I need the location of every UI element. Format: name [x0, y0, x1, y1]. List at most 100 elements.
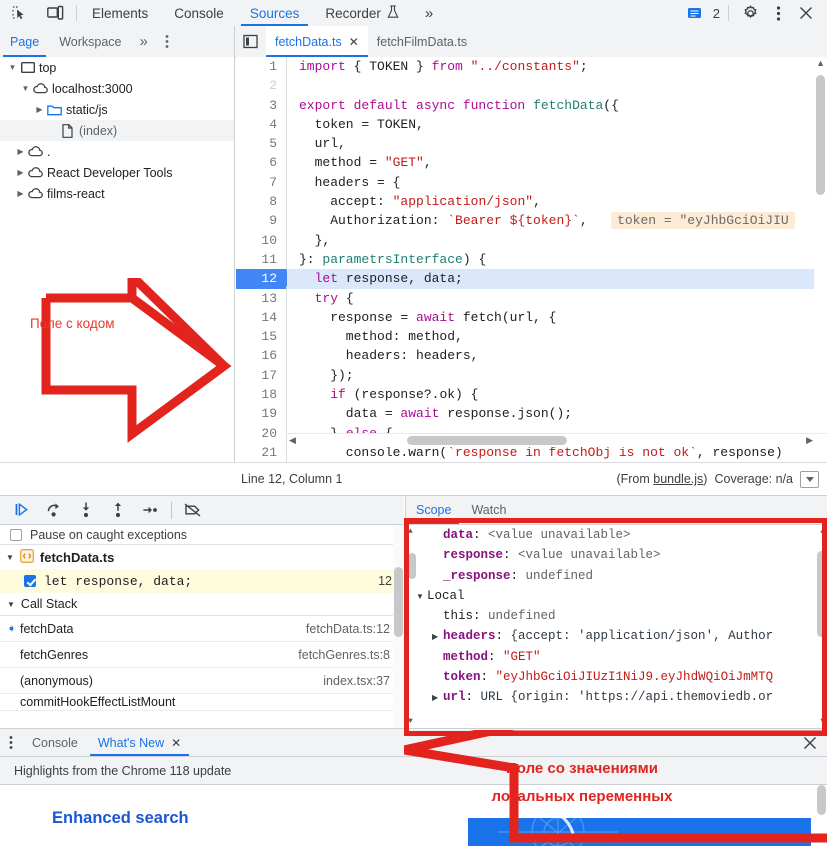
line-number-2[interactable]: 2: [236, 76, 286, 95]
drawer-tab-console[interactable]: Console: [22, 729, 88, 756]
call-stack-frame[interactable]: commitHookEffectListMount: [0, 694, 404, 711]
editor-vscroll-thumb[interactable]: [816, 75, 825, 195]
scroll-right-arrow-icon[interactable]: ▶: [806, 435, 813, 446]
chevron-right-icon[interactable]: ▶: [14, 168, 27, 177]
editor-horizontal-scrollbar[interactable]: ◀ ▶: [287, 433, 827, 447]
page-file-tree[interactable]: ▼ top ▼ localhost:3000 ▶ static/js . (in…: [0, 57, 235, 462]
editor-tab-fetchfilmdata[interactable]: fetchFilmData.ts: [368, 26, 476, 57]
line-number-16[interactable]: 16: [236, 346, 286, 365]
drawer-tab-whats-new[interactable]: What's New ✕: [88, 729, 191, 756]
scroll-down-arrow-icon[interactable]: ▼: [820, 717, 825, 726]
chevron-right-icon[interactable]: ▶: [432, 627, 443, 647]
step-out-icon[interactable]: [104, 498, 132, 522]
tab-recorder[interactable]: Recorder: [312, 0, 412, 26]
line-number-10[interactable]: 10: [236, 231, 286, 250]
code-line-10[interactable]: },: [287, 231, 827, 250]
main-tabs-overflow[interactable]: »: [412, 0, 446, 26]
line-number-6[interactable]: 6: [236, 153, 286, 172]
code-line-1[interactable]: import { TOKEN } from "../constants";: [287, 57, 827, 76]
line-number-4[interactable]: 4: [236, 115, 286, 134]
line-number-21[interactable]: 21: [236, 443, 286, 462]
editor-tab-close-icon[interactable]: ✕: [349, 35, 359, 49]
line-number-17[interactable]: 17: [236, 366, 286, 385]
call-stack-frame[interactable]: ➧ fetchData fetchData.ts:12: [0, 616, 404, 642]
code-line-16[interactable]: headers: headers,: [287, 346, 827, 365]
code-line-8[interactable]: accept: "application/json",: [287, 192, 827, 211]
tree-item-dot[interactable]: ▶ .: [0, 141, 234, 162]
drawer-scroll-thumb[interactable]: [817, 785, 826, 815]
code-line-13[interactable]: try {: [287, 289, 827, 308]
step-over-icon[interactable]: [40, 498, 68, 522]
scope-row-token[interactable]: .token: "eyJhbGciOiJIUzI1NiJ9.eyJhdWQiOi…: [406, 667, 827, 687]
chevron-down-icon[interactable]: ▼: [7, 600, 15, 609]
scope-row-method[interactable]: .method: "GET": [406, 647, 827, 667]
whats-new-content[interactable]: Enhanced search: [0, 785, 827, 846]
tree-item-index[interactable]: . (index): [0, 120, 234, 141]
code-line-12[interactable]: let response, data;: [287, 269, 827, 289]
line-number-1[interactable]: 1: [236, 57, 286, 76]
chevron-down-icon[interactable]: ▼: [19, 84, 32, 93]
chevron-right-icon[interactable]: ▶: [33, 105, 46, 114]
tab-watch[interactable]: Watch: [461, 496, 516, 524]
tree-item-staticjs[interactable]: ▶ static/js: [0, 99, 234, 120]
code-line-9[interactable]: Authorization: `Bearer ${token}`, token …: [287, 211, 827, 230]
scope-scroll-thumb[interactable]: [817, 551, 826, 637]
scope-row-Local[interactable]: ▼ Local: [406, 586, 827, 606]
line-number-5[interactable]: 5: [236, 134, 286, 153]
code-line-4[interactable]: token = TOKEN,: [287, 115, 827, 134]
line-number-12[interactable]: 12: [236, 269, 294, 289]
call-stack-frame[interactable]: fetchGenres fetchGenres.ts:8: [0, 642, 404, 668]
scope-row-this[interactable]: .this: undefined: [406, 606, 827, 626]
code-line-6[interactable]: method = "GET",: [287, 153, 827, 172]
scope-row-headers[interactable]: ▶ headers: {accept: 'application/json', A…: [406, 626, 827, 646]
kebab-icon[interactable]: [765, 0, 791, 26]
pause-on-caught-exceptions-checkbox[interactable]: [10, 528, 22, 541]
device-toolbar-icon[interactable]: [42, 0, 68, 26]
deactivate-breakpoints-icon[interactable]: [179, 498, 207, 522]
scroll-up-arrow-icon[interactable]: ▲: [408, 527, 413, 536]
scope-vertical-scrollbar[interactable]: ▲ ▼: [815, 525, 827, 728]
code-line-7[interactable]: headers = {: [287, 173, 827, 192]
editor-tab-fetchdata[interactable]: fetchData.ts ✕: [266, 26, 368, 57]
drawer-tab-close-icon[interactable]: ✕: [171, 736, 181, 750]
source-link[interactable]: bundle.js: [653, 472, 703, 486]
pause-on-caught-exceptions-row[interactable]: Pause on caught exceptions: [0, 525, 404, 545]
drawer-scrollbar[interactable]: [815, 785, 827, 846]
call-stack-header[interactable]: ▼ Call Stack: [0, 593, 404, 616]
scope-row-response[interactable]: .response: <value unavailable>: [406, 545, 827, 565]
scope-row-_response[interactable]: ._response: undefined: [406, 566, 827, 586]
code-line-14[interactable]: response = await fetch(url, {: [287, 308, 827, 327]
tab-elements[interactable]: Elements: [79, 0, 161, 26]
code-line-15[interactable]: method: method,: [287, 327, 827, 346]
line-number-3[interactable]: 3: [236, 96, 286, 115]
tab-scope[interactable]: Scope: [406, 496, 461, 524]
editor-code-area[interactable]: import { TOKEN } from "../constants"; ex…: [287, 57, 827, 462]
line-number-20[interactable]: 20: [236, 424, 286, 443]
code-line-11[interactable]: }: parametrsInterface) {: [287, 250, 827, 269]
nav-tab-workspace[interactable]: Workspace: [49, 26, 131, 57]
drawer-close-button[interactable]: [802, 729, 827, 756]
scope-variables-list[interactable]: .data: <value unavailable>.response: <va…: [405, 525, 827, 728]
scroll-down-arrow-icon[interactable]: ▼: [408, 717, 413, 726]
issues-message-icon[interactable]: [682, 0, 708, 26]
gear-icon[interactable]: [737, 0, 763, 26]
code-line-17[interactable]: });: [287, 366, 827, 385]
editor-line-number-gutter[interactable]: 1 2 3 4 5 6 7 8 9 10 11 12 13 14 15 16 17 18 19 20 21: [236, 57, 294, 462]
step-icon[interactable]: [136, 498, 164, 522]
debugger-sidebar[interactable]: Pause on caught exceptions ▼ fetchData.t…: [0, 525, 404, 728]
line-number-11[interactable]: 11: [236, 250, 286, 269]
line-number-14[interactable]: 14: [236, 308, 286, 327]
chevron-down-icon[interactable]: ▼: [6, 63, 19, 72]
chevron-right-icon[interactable]: ▶: [14, 147, 27, 156]
line-number-13[interactable]: 13: [236, 289, 286, 308]
code-line-18[interactable]: if (response?.ok) {: [287, 385, 827, 404]
scope-left-scroll-thumb[interactable]: [408, 553, 416, 579]
chevron-right-icon[interactable]: ▶: [432, 688, 443, 708]
tree-item-films-react[interactable]: ▶ films-react: [0, 183, 234, 204]
nav-tab-page[interactable]: Page: [0, 26, 49, 57]
line-number-9[interactable]: 9: [236, 211, 286, 230]
close-icon[interactable]: [793, 0, 819, 26]
code-line-3[interactable]: export default async function fetchData(…: [287, 96, 827, 115]
line-number-18[interactable]: 18: [236, 385, 286, 404]
code-editor[interactable]: 1 2 3 4 5 6 7 8 9 10 11 12 13 14 15 16 17 18 19 20 21 import…: [236, 57, 827, 462]
